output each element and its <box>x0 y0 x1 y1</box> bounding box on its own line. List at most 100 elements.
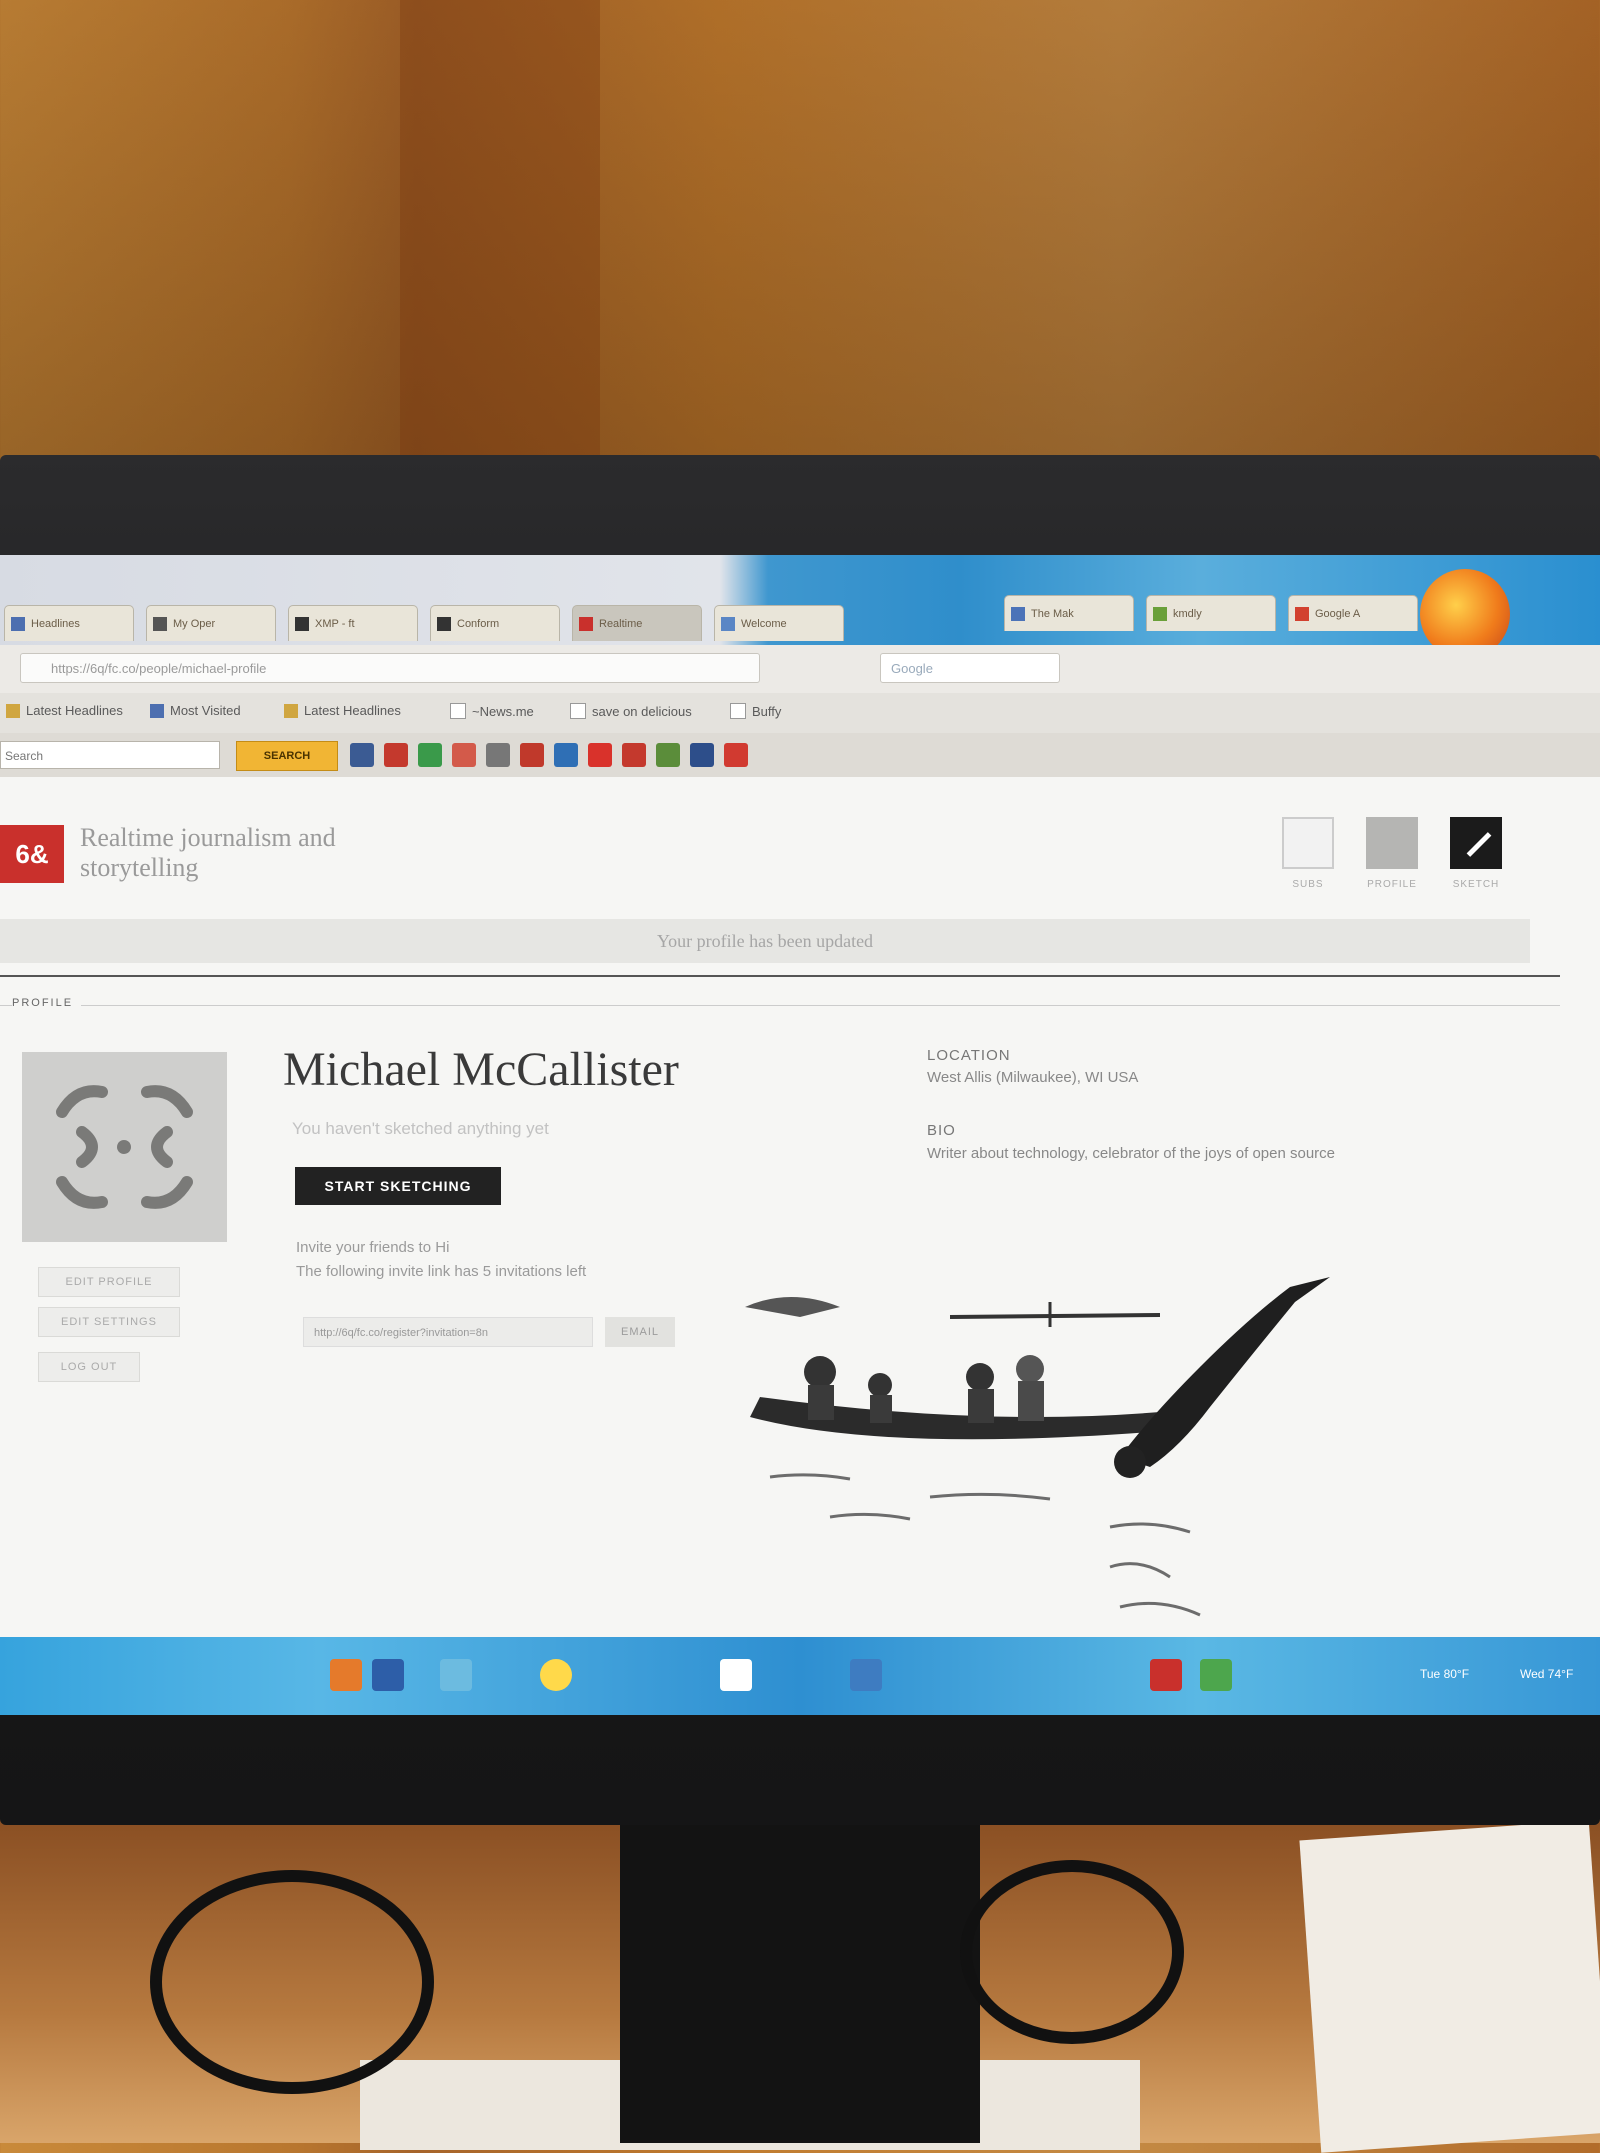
page-icon <box>570 703 586 719</box>
bookmarks-bar: Latest Headlines Most Visited Latest Hea… <box>0 693 1600 733</box>
toolbar-addon-icon[interactable] <box>452 743 476 767</box>
app-icon[interactable] <box>720 1659 752 1691</box>
profile-pattern-icon <box>1366 817 1418 869</box>
browser-tab[interactable]: XMP - ft <box>288 605 418 641</box>
page-icon <box>450 703 466 719</box>
bookmark-item[interactable]: ~News.me <box>450 703 534 719</box>
bookmark-item[interactable]: save on delicious <box>570 703 692 719</box>
app-icon[interactable] <box>1150 1659 1182 1691</box>
nav-label: SUBS <box>1292 879 1324 890</box>
location-label: LOCATION <box>927 1047 1011 1064</box>
avatar-pattern-icon <box>56 1085 193 1209</box>
browser-tab-active[interactable]: Realtime <box>572 605 702 641</box>
nav-label: SKETCH <box>1452 879 1500 890</box>
toolbar-addon-icon[interactable] <box>622 743 646 767</box>
addon-toolbar: Search SEARCH <box>0 733 1600 777</box>
favicon-icon <box>437 616 451 631</box>
favicon-icon <box>579 616 593 631</box>
cable <box>150 1870 434 2094</box>
toolbar-addon-icon[interactable] <box>588 743 612 767</box>
site-logo[interactable]: 6& <box>0 825 64 883</box>
section-label: PROFILE <box>12 997 82 1009</box>
weather-clock-next[interactable]: Wed 74°F <box>1520 1667 1573 1681</box>
profile-updated-notice: Your profile has been updated <box>0 919 1530 963</box>
favicon-icon <box>1295 606 1309 621</box>
app-icon[interactable] <box>440 1659 472 1691</box>
toolbar-addon-icon[interactable] <box>418 743 442 767</box>
tab-label: Realtime <box>599 617 643 630</box>
bookmark-item[interactable]: Latest Headlines <box>284 703 401 718</box>
browser-tab[interactable]: My Oper <box>146 605 276 641</box>
bookmark-item[interactable]: Buffy <box>730 703 781 719</box>
cable <box>960 1860 1184 2044</box>
tab-label: Welcome <box>741 617 787 630</box>
toolbar-addon-icon[interactable] <box>690 743 714 767</box>
toolbar-addon-icon[interactable] <box>384 743 408 767</box>
email-invite-button[interactable]: EMAIL <box>605 1317 675 1347</box>
toolbar-addon-icon[interactable] <box>350 743 374 767</box>
tab-label: XMP - ft <box>315 617 355 630</box>
bookmark-item[interactable]: Most Visited <box>150 703 241 718</box>
toolbar-addon-icon[interactable] <box>554 743 578 767</box>
toolbar-icon-row <box>350 743 748 767</box>
tab-label: Headlines <box>31 617 80 630</box>
browser-tab[interactable]: Welcome <box>714 605 844 641</box>
web-page: 6& Realtime journalism and storytelling … <box>0 777 1600 1637</box>
wall-shadow <box>400 0 600 470</box>
start-sketching-button[interactable]: START SKETCHING <box>295 1167 501 1205</box>
app-icon[interactable] <box>1200 1659 1232 1691</box>
browser-tab[interactable]: Conform <box>430 605 560 641</box>
tab-label: The Mak <box>1031 607 1074 620</box>
invite-link-field[interactable]: http://6q/fc.co/register?invitation=8n <box>303 1317 593 1347</box>
favicon-icon <box>721 616 735 631</box>
os-taskbar: Tue 80°F Wed 74°F <box>0 1637 1600 1715</box>
edit-profile-button[interactable]: EDIT PROFILE <box>38 1267 180 1297</box>
paper-sheet <box>1299 1820 1600 2153</box>
app-icon[interactable] <box>850 1659 882 1691</box>
toolbar-search-input[interactable]: Search <box>0 741 220 769</box>
divider <box>0 975 1560 977</box>
url-field[interactable]: https://6q/fc.co/people/michael-profile <box>20 653 760 683</box>
site-tagline: Realtime journalism and storytelling <box>80 823 336 882</box>
nav-profile[interactable]: PROFILE <box>1362 817 1422 890</box>
screen: Headlines My Oper XMP - ft Conform Realt… <box>0 555 1600 1715</box>
browser-tab-bar: Headlines My Oper XMP - ft Conform Realt… <box>0 555 1600 659</box>
favicon-icon <box>295 616 309 631</box>
toolbar-addon-icon[interactable] <box>656 743 680 767</box>
divider <box>0 1005 1560 1006</box>
toolbar-addon-icon[interactable] <box>724 743 748 767</box>
browser-tab[interactable]: kmdly <box>1146 595 1276 631</box>
monitor-stand <box>620 1800 980 2143</box>
favicon-icon <box>1153 606 1167 621</box>
invite-count-text: The following invite link has 5 invitati… <box>296 1263 587 1280</box>
toolbar-addon-icon[interactable] <box>520 743 544 767</box>
weather-clock[interactable]: Tue 80°F <box>1420 1667 1469 1681</box>
app-icon[interactable] <box>372 1659 404 1691</box>
tab-label: Google A <box>1315 607 1361 620</box>
app-icon[interactable] <box>540 1659 572 1691</box>
invite-heading: Invite your friends to Hi <box>296 1239 450 1256</box>
avatar[interactable] <box>22 1052 227 1242</box>
app-icon[interactable] <box>330 1659 362 1691</box>
toolbar-addon-icon[interactable] <box>486 743 510 767</box>
page-icon <box>730 703 746 719</box>
bookmark-item[interactable]: Latest Headlines <box>6 703 123 718</box>
address-bar-row: https://6q/fc.co/people/michael-profile … <box>0 645 1600 693</box>
log-out-button[interactable]: LOG OUT <box>38 1352 140 1382</box>
sketch-status-text: You haven't sketched anything yet <box>292 1119 549 1138</box>
nav-subs[interactable]: SUBS <box>1278 817 1338 890</box>
subscriptions-icon <box>1282 817 1334 869</box>
browser-tab[interactable]: Headlines <box>4 605 134 641</box>
toolbar-search-button[interactable]: SEARCH <box>236 741 338 771</box>
canoe-diver-illustration <box>730 1247 1430 1637</box>
browser-search-field[interactable]: Google <box>880 653 1060 683</box>
rss-icon <box>6 703 20 718</box>
edit-settings-button[interactable]: EDIT SETTINGS <box>38 1307 180 1337</box>
browser-tab[interactable]: Google A <box>1288 595 1418 631</box>
bookmark-icon <box>150 703 164 718</box>
favicon-icon <box>153 616 167 631</box>
wall-background <box>0 0 1600 470</box>
nav-sketch[interactable]: SKETCH <box>1446 817 1506 890</box>
tab-label: Conform <box>457 617 500 630</box>
browser-tab[interactable]: The Mak <box>1004 595 1134 631</box>
